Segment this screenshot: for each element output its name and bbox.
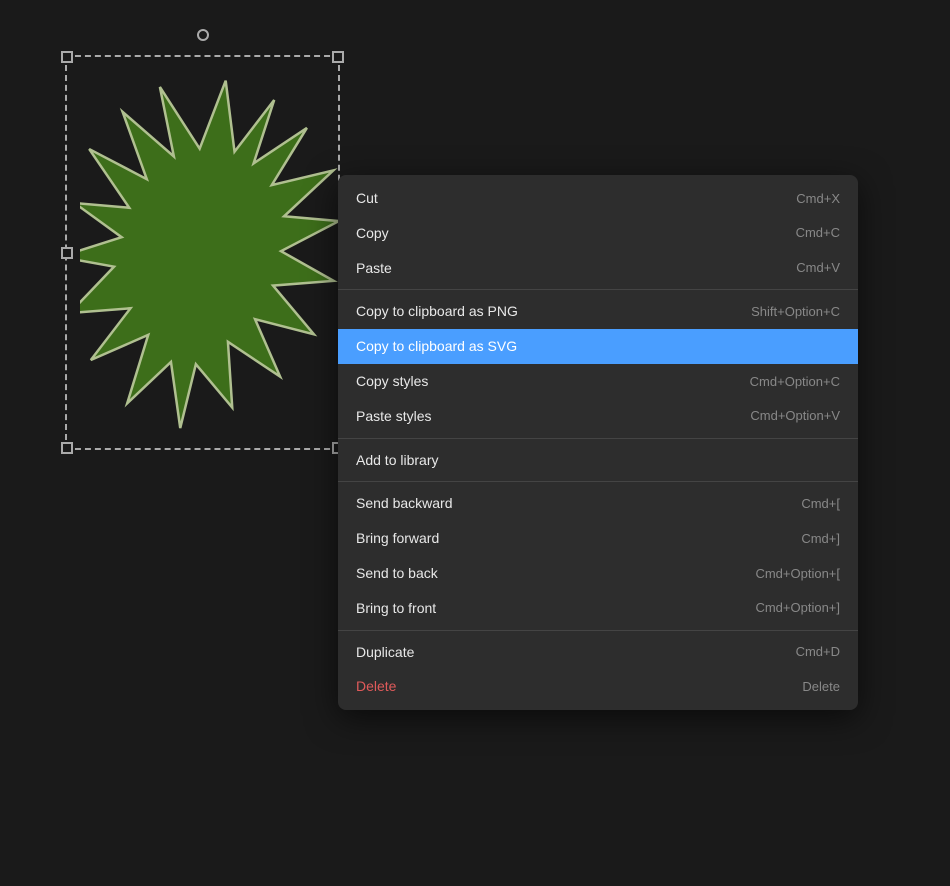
menu-item-paste-shortcut: Cmd+V — [796, 260, 840, 276]
rotation-handle[interactable] — [197, 29, 209, 41]
menu-item-paste-label: Paste — [356, 260, 392, 277]
menu-item-bring-forward-shortcut: Cmd+] — [801, 531, 840, 547]
menu-item-paste-styles-shortcut: Cmd+Option+V — [750, 408, 840, 424]
menu-item-bring-to-front-shortcut: Cmd+Option+] — [755, 600, 840, 616]
menu-item-copy-label: Copy — [356, 225, 389, 242]
menu-item-copy-shortcut: Cmd+C — [796, 225, 840, 241]
handle-middle-left[interactable] — [61, 247, 73, 259]
context-menu: Cut Cmd+X Copy Cmd+C Paste Cmd+V Copy to… — [338, 175, 858, 710]
menu-item-copy-styles-label: Copy styles — [356, 373, 428, 390]
menu-item-delete-label: Delete — [356, 678, 396, 695]
menu-item-bring-forward[interactable]: Bring forward Cmd+] — [338, 521, 858, 556]
menu-item-copy-png[interactable]: Copy to clipboard as PNG Shift+Option+C — [338, 294, 858, 329]
menu-item-cut-label: Cut — [356, 190, 378, 207]
menu-item-copy-styles-shortcut: Cmd+Option+C — [750, 374, 840, 390]
menu-item-delete[interactable]: Delete Delete — [338, 669, 858, 704]
menu-item-send-backward[interactable]: Send backward Cmd+[ — [338, 486, 858, 521]
menu-item-paste[interactable]: Paste Cmd+V — [338, 251, 858, 286]
menu-item-copy-png-shortcut: Shift+Option+C — [751, 304, 840, 320]
menu-item-bring-to-front[interactable]: Bring to front Cmd+Option+] — [338, 591, 858, 626]
menu-divider-2 — [338, 438, 858, 439]
menu-item-bring-forward-label: Bring forward — [356, 530, 439, 547]
menu-item-send-backward-shortcut: Cmd+[ — [801, 496, 840, 512]
menu-item-add-library[interactable]: Add to library — [338, 443, 858, 478]
menu-item-copy-svg[interactable]: Copy to clipboard as SVG — [338, 329, 858, 364]
menu-item-send-backward-label: Send backward — [356, 495, 453, 512]
menu-item-duplicate-label: Duplicate — [356, 644, 414, 661]
menu-item-paste-styles[interactable]: Paste styles Cmd+Option+V — [338, 399, 858, 434]
handle-bottom-left[interactable] — [61, 442, 73, 454]
menu-divider-1 — [338, 289, 858, 290]
menu-item-cut[interactable]: Cut Cmd+X — [338, 181, 858, 216]
menu-item-delete-shortcut: Delete — [802, 679, 840, 695]
menu-item-copy[interactable]: Copy Cmd+C — [338, 216, 858, 251]
menu-divider-4 — [338, 630, 858, 631]
handle-top-left[interactable] — [61, 51, 73, 63]
menu-divider-3 — [338, 481, 858, 482]
menu-item-copy-png-label: Copy to clipboard as PNG — [356, 303, 518, 320]
menu-item-duplicate-shortcut: Cmd+D — [796, 644, 840, 660]
menu-item-copy-styles[interactable]: Copy styles Cmd+Option+C — [338, 364, 858, 399]
menu-item-duplicate[interactable]: Duplicate Cmd+D — [338, 635, 858, 670]
menu-item-cut-shortcut: Cmd+X — [796, 191, 840, 207]
star-shape — [80, 70, 330, 440]
menu-item-copy-svg-label: Copy to clipboard as SVG — [356, 338, 517, 355]
menu-item-send-to-back-label: Send to back — [356, 565, 438, 582]
menu-item-paste-styles-label: Paste styles — [356, 408, 431, 425]
menu-item-add-library-label: Add to library — [356, 452, 438, 469]
handle-top-right[interactable] — [332, 51, 344, 63]
canvas: Cut Cmd+X Copy Cmd+C Paste Cmd+V Copy to… — [0, 0, 950, 886]
menu-item-send-to-back[interactable]: Send to back Cmd+Option+[ — [338, 556, 858, 591]
menu-item-bring-to-front-label: Bring to front — [356, 600, 436, 617]
menu-item-send-to-back-shortcut: Cmd+Option+[ — [755, 566, 840, 582]
